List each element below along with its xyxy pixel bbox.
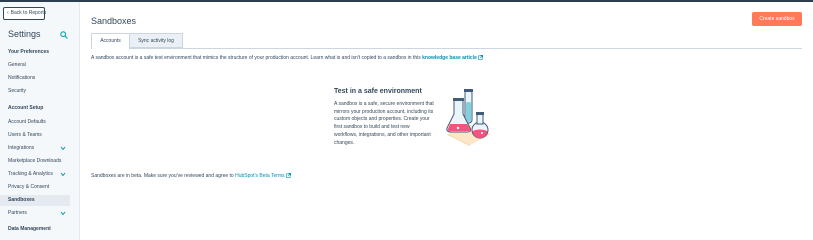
- chevron-left-icon: ‹: [7, 10, 9, 16]
- section-heading-your-preferences: Your Preferences: [8, 49, 50, 55]
- sidebar-item-general[interactable]: General: [0, 60, 70, 71]
- external-link-icon[interactable]: [478, 55, 483, 60]
- back-to-reports-button[interactable]: ‹ Back to Reports: [3, 7, 47, 20]
- sidebar-item-notifications[interactable]: Notifications: [0, 73, 70, 84]
- settings-sidebar: ‹ Back to Reports Settings Your Preferenc…: [0, 2, 80, 240]
- tab-accounts[interactable]: Accounts: [91, 33, 130, 48]
- section-heading-data-management: Data Management: [8, 226, 51, 232]
- tab-sync-activity-log[interactable]: Sync activity log: [130, 33, 183, 48]
- section-heading-account-setup: Account Setup: [8, 105, 44, 111]
- empty-state-body: A sandbox is a safe, secure environment …: [334, 101, 434, 146]
- search-icon[interactable]: [60, 31, 68, 39]
- beta-notice: Sandboxes are in beta. Make sure you've …: [91, 173, 291, 179]
- sidebar-item-privacy-consent[interactable]: Privacy & Consent: [0, 182, 70, 193]
- sidebar-item-marketplace-downloads[interactable]: Marketplace Downloads: [0, 156, 70, 167]
- knowledge-base-link[interactable]: knowledge base article: [422, 55, 477, 61]
- page-title: Sandboxes: [91, 16, 137, 26]
- sidebar-item-users-teams[interactable]: Users & Teams: [0, 130, 70, 141]
- sandbox-description: A sandbox account is a safe test environ…: [91, 55, 483, 61]
- description-text: A sandbox account is a safe test environ…: [91, 55, 423, 61]
- tab-divider: [91, 48, 802, 49]
- empty-state-title: Test in a safe environment: [334, 88, 422, 95]
- sidebar-item-partners[interactable]: Partners: [0, 208, 70, 219]
- lab-flasks-illustration: [446, 89, 491, 146]
- chevron-down-icon: [60, 172, 66, 177]
- sidebar-title: Settings: [8, 29, 41, 39]
- sidebar-item-sandboxes[interactable]: Sandboxes: [0, 195, 70, 206]
- beta-terms-link[interactable]: HubSpot's Beta Terms: [235, 173, 285, 179]
- chevron-down-icon: [60, 146, 66, 151]
- sidebar-item-security[interactable]: Security: [0, 86, 70, 97]
- global-top-bar: [0, 0, 813, 2]
- external-link-icon[interactable]: [285, 173, 291, 178]
- sidebar-item-integrations[interactable]: Integrations: [0, 143, 70, 154]
- sidebar-item-account-defaults[interactable]: Account Defaults: [0, 117, 70, 128]
- sidebar-item-tracking-analytics[interactable]: Tracking & Analytics: [0, 169, 70, 180]
- back-button-label: Back to Reports: [10, 10, 47, 16]
- create-sandbox-button[interactable]: Create sandbox: [752, 12, 802, 26]
- beta-notice-text: Sandboxes are in beta. Make sure you've …: [91, 173, 236, 179]
- chevron-down-icon: [60, 211, 66, 216]
